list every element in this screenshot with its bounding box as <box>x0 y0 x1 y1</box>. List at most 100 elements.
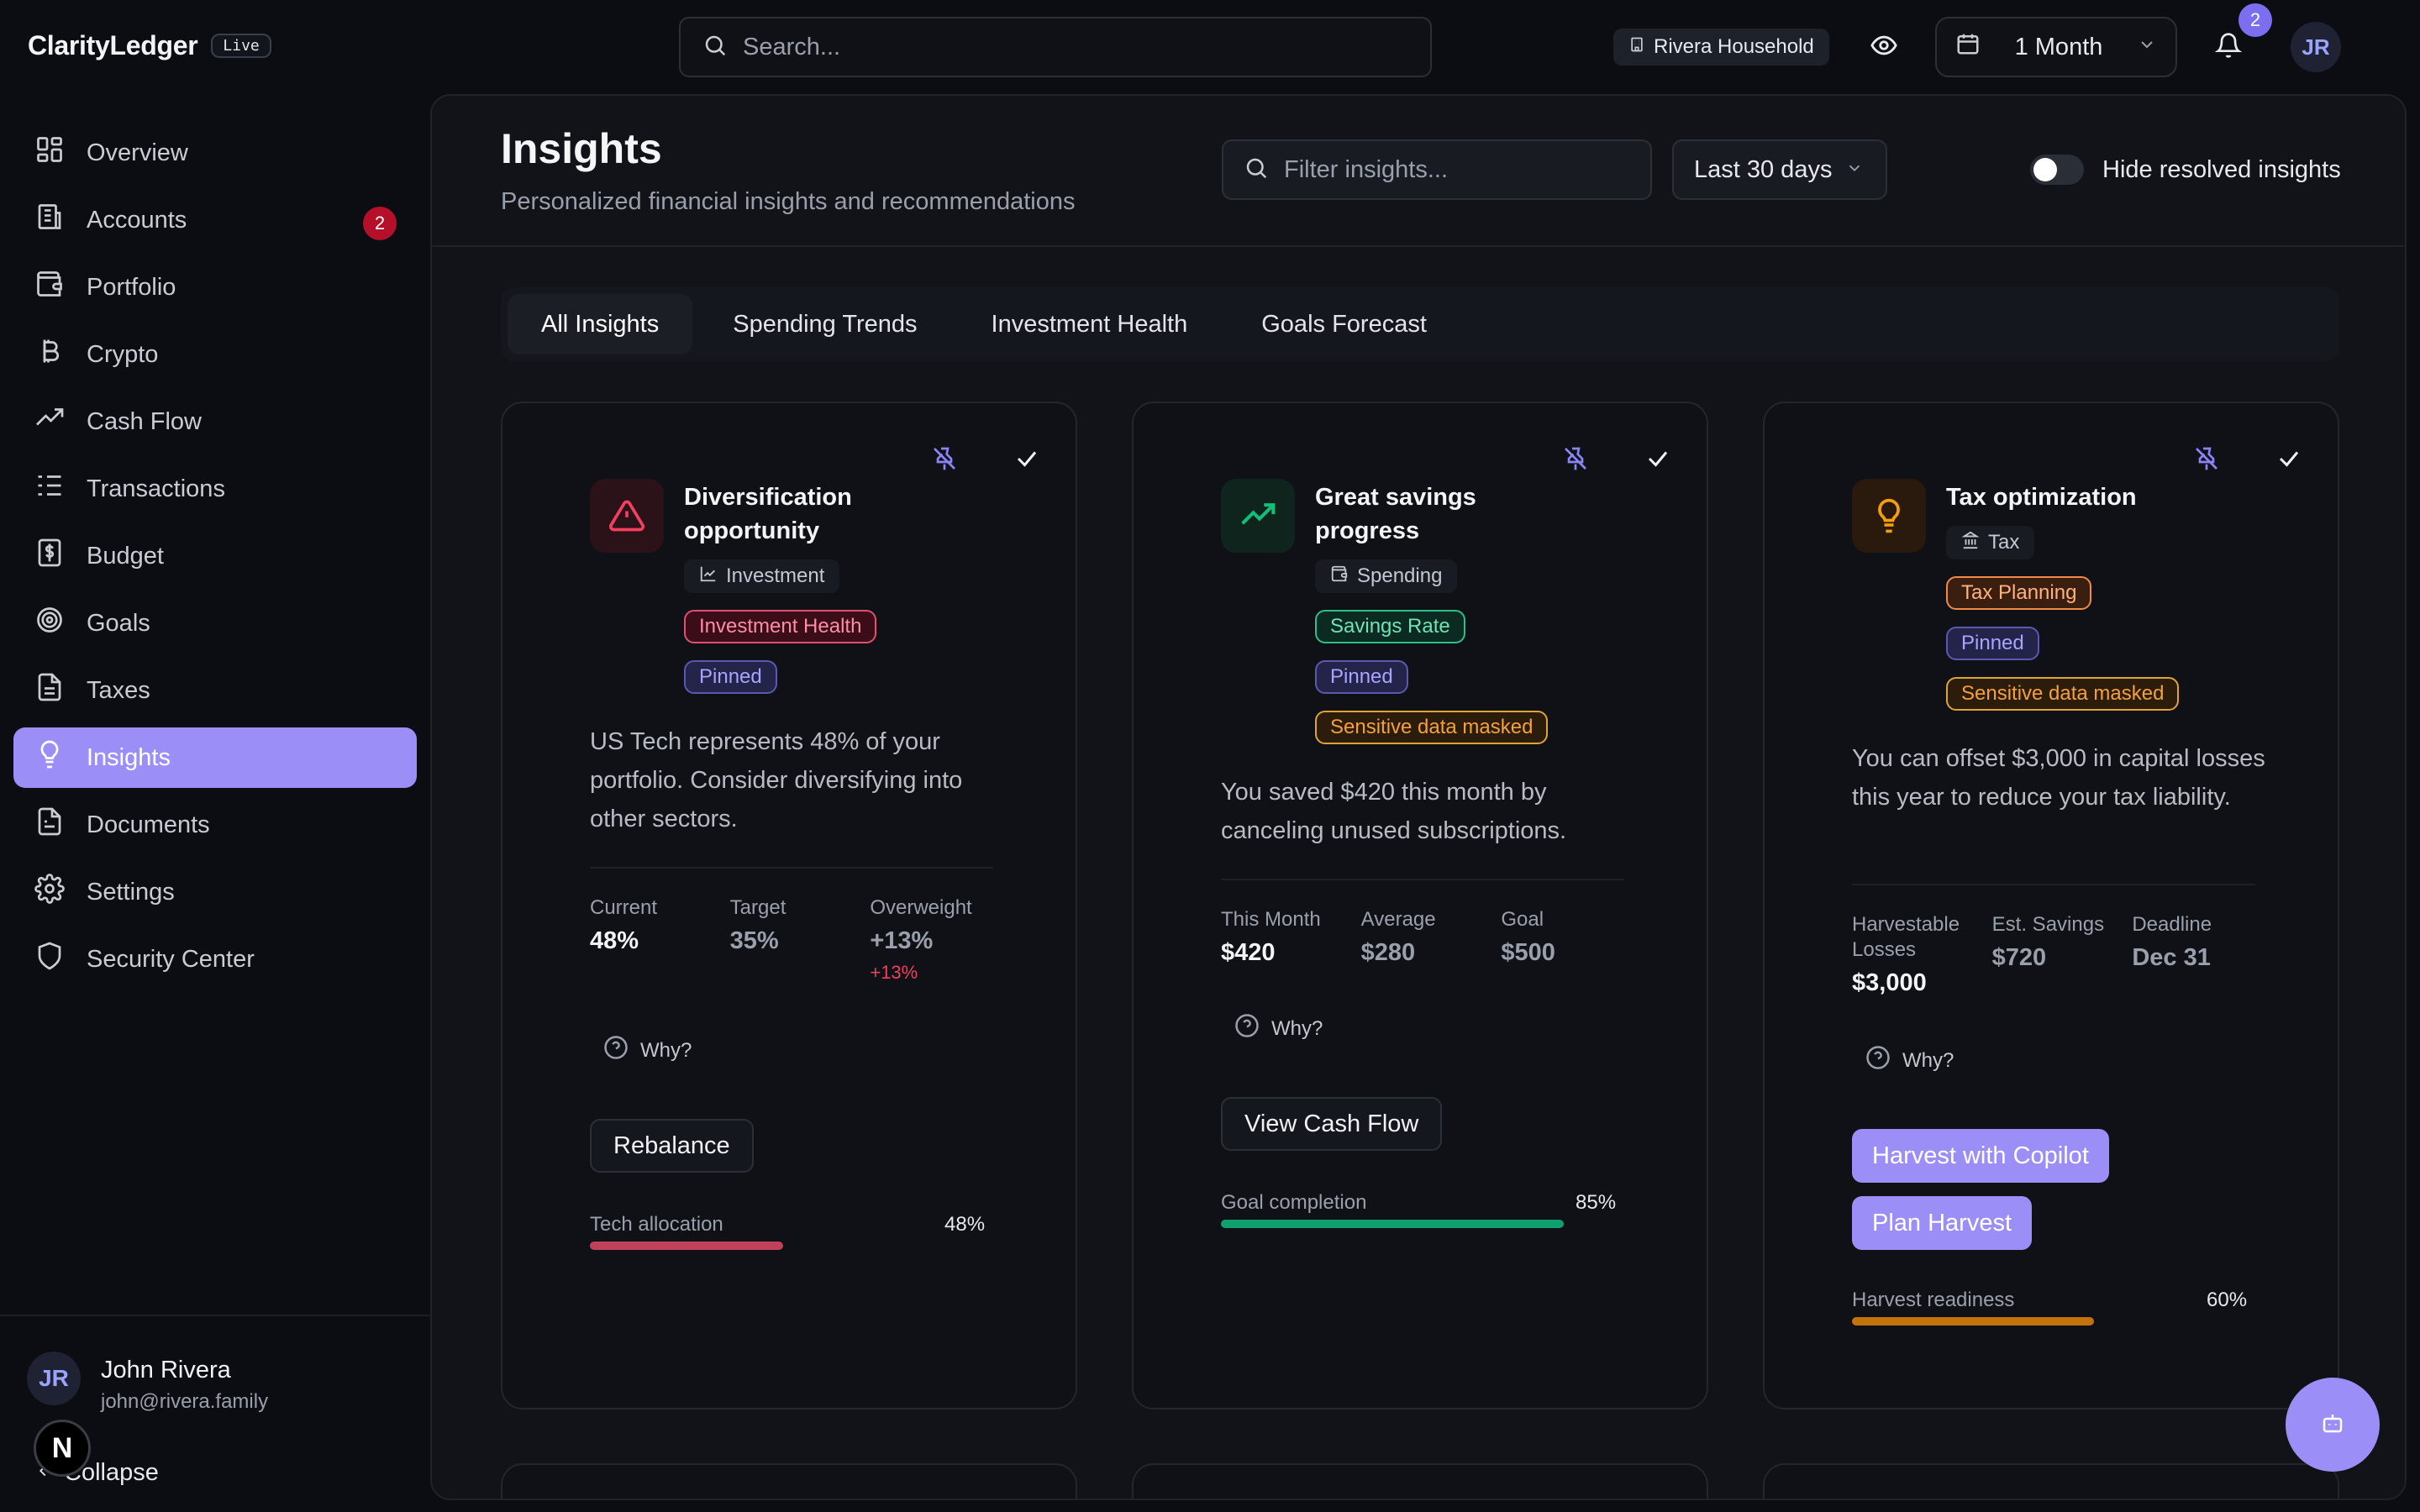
tab-investment-health[interactable]: Investment Health <box>958 294 1222 354</box>
metric-current: Current 48% <box>590 895 730 984</box>
bank-icon <box>34 202 65 239</box>
search-icon <box>702 33 728 62</box>
sidebar-item-label: Goals <box>87 609 150 637</box>
card-description: US Tech represents 48% of your portfolio… <box>590 728 963 832</box>
sidebar-item-documents[interactable]: Documents <box>13 795 417 855</box>
hide-resolved-toggle[interactable] <box>2030 155 2084 185</box>
card-title-line: Great savings <box>1315 484 1476 511</box>
sidebar-item-security-center[interactable]: Security Center <box>13 929 417 990</box>
sidebar-item-label: Cash Flow <box>87 407 202 435</box>
period-select[interactable]: 1 Month <box>1935 17 2177 77</box>
progress-label: Harvest readiness <box>1852 1289 2015 1311</box>
metric-this-month: This Month $420 <box>1221 907 1361 967</box>
metric-est-savings: Est. Savings $720 <box>1992 912 2133 997</box>
sidebar-item-settings[interactable]: Settings <box>13 862 417 922</box>
sidebar-item-taxes[interactable]: Taxes <box>13 660 417 721</box>
filter-input[interactable] <box>1284 155 1637 184</box>
privacy-toggle[interactable] <box>1867 32 1901 62</box>
gear-icon <box>34 874 65 911</box>
tab-spending-trends[interactable]: Spending Trends <box>699 294 950 354</box>
help-circle-icon <box>603 1035 629 1066</box>
avatar[interactable]: JR <box>27 1352 81 1405</box>
sidebar-item-transactions[interactable]: Transactions <box>13 459 417 519</box>
resolve-check-icon[interactable] <box>2274 444 2304 474</box>
metric-target: Target 35% <box>730 895 871 984</box>
bot-icon <box>2320 1410 2345 1440</box>
chevron-down-icon <box>2137 34 2157 61</box>
sidebar-item-overview[interactable]: Overview <box>13 123 417 183</box>
progress-label: Goal completion <box>1221 1191 1367 1214</box>
rebalance-button[interactable]: Rebalance <box>590 1119 754 1173</box>
sidebar: Overview Accounts 2 Portfolio Crypto Cas… <box>0 94 430 1512</box>
sidebar-item-goals[interactable]: Goals <box>13 593 417 654</box>
metric-value: 48% <box>590 927 639 954</box>
insight-card-savings: Great savings progress Spending Savings … <box>1132 402 1708 1410</box>
tab-goals-forecast[interactable]: Goals Forecast <box>1228 294 1460 354</box>
user-avatar-button[interactable]: JR <box>2291 22 2341 72</box>
sidebar-item-budget[interactable]: Budget <box>13 526 417 586</box>
page-subtitle: Personalized financial insights and reco… <box>501 188 1076 215</box>
card-title-line: Diversification <box>684 484 852 511</box>
sidebar-item-crypto[interactable]: Crypto <box>13 324 417 385</box>
household-name: Rivera Household <box>1654 35 1814 58</box>
plan-harvest-button[interactable]: Plan Harvest <box>1852 1196 2033 1250</box>
metric-label: Overweight <box>870 896 972 919</box>
brand[interactable]: ClarityLedger Live <box>28 30 271 61</box>
lightbulb-icon <box>34 739 65 776</box>
metric-label: Est. Savings <box>1991 913 2105 936</box>
harvest-with-copilot-button[interactable]: Harvest with Copilot <box>1852 1129 2109 1183</box>
global-search[interactable] <box>679 17 1432 77</box>
why-button[interactable]: Why? <box>603 1035 692 1066</box>
sidebar-item-label: Documents <box>87 811 210 838</box>
unpin-icon[interactable] <box>2191 444 2222 474</box>
why-button[interactable]: Why? <box>1234 1013 1323 1044</box>
metrics-row: Current 48% Target 35% Overweight +13% +… <box>590 895 1010 984</box>
metric-label-line: Losses <box>1852 938 1917 961</box>
sidebar-item-cash-flow[interactable]: Cash Flow <box>13 391 417 452</box>
unpin-icon[interactable] <box>1560 444 1591 474</box>
date-range-value: Last 30 days <box>1694 155 1833 183</box>
tag-pinned: Pinned <box>684 660 777 694</box>
bell-icon <box>2214 32 2243 63</box>
view-cash-flow-button[interactable]: View Cash Flow <box>1221 1097 1443 1151</box>
copilot-chat-button[interactable] <box>2286 1378 2380 1472</box>
resolve-check-icon[interactable] <box>1012 444 1042 474</box>
tag-savings-rate: Savings Rate <box>1315 610 1465 643</box>
sidebar-item-portfolio[interactable]: Portfolio <box>13 257 417 318</box>
tag-pinned: Pinned <box>1315 660 1408 694</box>
sidebar-item-label: Settings <box>87 878 175 906</box>
sidebar-item-accounts[interactable]: Accounts 2 <box>13 190 417 250</box>
sidebar-item-label: Portfolio <box>87 273 176 301</box>
metric-value: $720 <box>1991 944 2047 971</box>
metric-average: Average $280 <box>1361 907 1502 967</box>
metric-harvestable-losses: Harvestable Losses $3,000 <box>1852 912 1992 997</box>
n-logo[interactable]: N <box>34 1420 91 1477</box>
eye-icon <box>1870 31 1898 64</box>
document-icon <box>34 672 65 709</box>
unpin-icon[interactable] <box>929 444 960 474</box>
why-button[interactable]: Why? <box>1865 1045 1954 1076</box>
metric-label: Average <box>1360 908 1436 931</box>
trending-up-icon <box>1221 479 1295 553</box>
category-chip: Investment <box>684 559 840 593</box>
progress-label: Tech allocation <box>590 1213 723 1236</box>
date-range-select[interactable]: Last 30 days <box>1672 139 1887 200</box>
calendar-icon <box>1955 31 1981 63</box>
card-title: Diversification opportunity <box>684 480 1037 548</box>
metric-value: $3,000 <box>1852 969 1927 996</box>
notification-count-badge: 2 <box>2238 3 2272 37</box>
card-actions <box>1560 444 1673 474</box>
trending-up-icon <box>34 403 65 440</box>
resolve-check-icon[interactable] <box>1643 444 1673 474</box>
notifications-button[interactable] <box>2212 30 2245 64</box>
why-label: Why? <box>1902 1048 1954 1072</box>
sidebar-item-insights[interactable]: Insights <box>13 727 417 788</box>
insights-filter[interactable] <box>1222 139 1652 200</box>
sidebar-item-label: Budget <box>87 542 164 570</box>
household-switcher[interactable]: Rivera Household <box>1613 29 1829 66</box>
metric-value: +13% <box>870 927 934 954</box>
metric-label: Current <box>590 896 658 919</box>
brand-name: ClarityLedger <box>28 30 198 60</box>
tab-all-insights[interactable]: All Insights <box>508 294 693 354</box>
search-input[interactable] <box>743 33 1398 61</box>
